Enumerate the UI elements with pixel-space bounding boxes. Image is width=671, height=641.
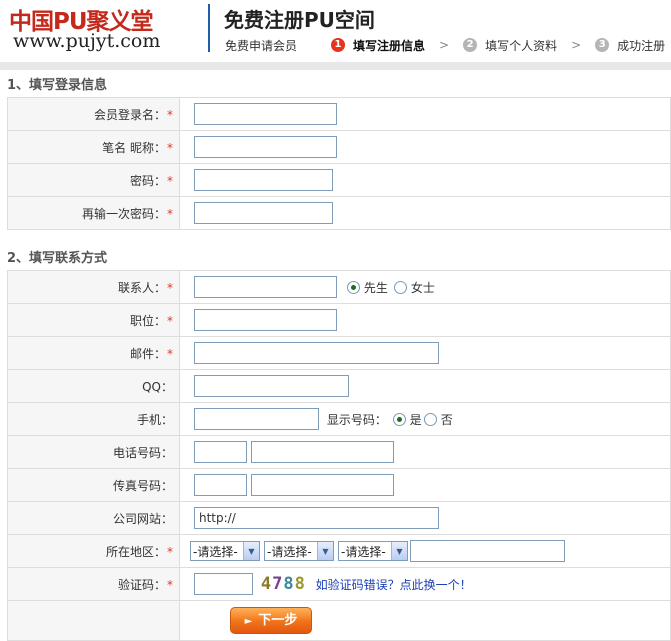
password-confirm-label: 再输一次密码： — [81, 206, 166, 221]
password-confirm-input[interactable] — [194, 202, 333, 224]
required-mark: * — [167, 173, 173, 188]
table-row: 电话号码： — [7, 435, 671, 469]
show-number-no-radio[interactable] — [423, 412, 437, 426]
section-login-title: 1、填写登录信息 — [7, 78, 108, 93]
contact-info-table: 联系人：* 先生 女士 职位：* 邮件：* QQ： 手机： 显示号码： 是 否 — [7, 270, 671, 641]
required-mark: * — [167, 544, 173, 559]
fax-area-code-input[interactable] — [194, 474, 247, 496]
captcha-input[interactable] — [194, 573, 253, 595]
header-divider — [208, 4, 210, 52]
required-mark: * — [167, 280, 173, 295]
step-separator-chevron-icon: > — [439, 38, 450, 52]
website-label: 公司网站： — [112, 511, 173, 526]
contact-input[interactable] — [194, 276, 337, 298]
captcha-label: 验证码： — [117, 577, 166, 592]
contact-label: 联系人： — [117, 280, 166, 295]
table-row: 邮件：* — [7, 336, 671, 370]
qq-label: QQ： — [142, 379, 173, 394]
step-apply-label: 免费申请会员 — [225, 38, 298, 53]
step-3-label: 成功注册 — [617, 38, 666, 53]
region-label: 所在地区： — [105, 544, 166, 559]
show-number-yes-label: 是 — [409, 412, 422, 427]
fax-number-input[interactable] — [250, 474, 394, 496]
captcha-char: 8 — [294, 574, 306, 594]
username-label: 会员登录名： — [93, 107, 166, 122]
mobile-input[interactable] — [194, 408, 319, 430]
table-row: 公司网站： — [7, 501, 671, 535]
table-row: 会员登录名：* — [7, 97, 671, 131]
table-row: 手机： 显示号码： 是 否 — [7, 402, 671, 436]
step-1-label: 填写注册信息 — [353, 38, 426, 53]
fax-label: 传真号码： — [112, 478, 173, 493]
password-label: 密码： — [129, 173, 166, 188]
step-3-number-icon: 3 — [595, 38, 610, 52]
captcha-image[interactable]: 4788 — [261, 574, 306, 594]
captcha-char: 4 — [260, 574, 273, 594]
table-row: 所在地区：* -请选择- ▼ -请选择- ▼ -请选择- ▼ — [7, 534, 671, 568]
header-bottom-bar — [0, 62, 671, 70]
required-mark: * — [167, 577, 173, 592]
required-mark: * — [167, 107, 173, 122]
show-number-label: 显示号码： — [326, 412, 387, 427]
table-row: 再输一次密码：* — [7, 196, 671, 230]
table-row: ► 下一步 — [7, 600, 671, 641]
login-info-table: 会员登录名：* 笔名 昵称：* 密码：* 再输一次密码：* — [7, 97, 671, 230]
gender-female-radio[interactable] — [393, 280, 407, 294]
show-number-no-label: 否 — [440, 412, 453, 427]
email-label: 邮件： — [129, 346, 166, 361]
table-row: 传真号码： — [7, 468, 671, 502]
position-label: 职位： — [129, 313, 166, 328]
nickname-label: 笔名 昵称： — [102, 140, 166, 155]
gender-female-label: 女士 — [410, 280, 435, 295]
gender-male-label: 先生 — [363, 280, 388, 295]
required-mark: * — [167, 140, 173, 155]
table-row: 职位：* — [7, 303, 671, 337]
required-mark: * — [167, 313, 173, 328]
site-url: www.pujyt.com — [13, 30, 161, 52]
step-2-label: 填写个人资料 — [485, 38, 558, 53]
table-row: 笔名 昵称：* — [7, 130, 671, 164]
chevron-down-icon: ▼ — [243, 542, 259, 560]
phone-area-code-input[interactable] — [194, 441, 247, 463]
table-row: 验证码：* 4788 如验证码错误？点此换一个！ — [7, 567, 671, 601]
address-input[interactable] — [410, 540, 565, 562]
username-input[interactable] — [194, 103, 337, 125]
gender-male-radio[interactable] — [346, 280, 360, 294]
password-input[interactable] — [194, 169, 333, 191]
city-select[interactable]: -请选择- ▼ — [264, 541, 334, 561]
page-header: 中国PU聚义堂 www.pujyt.com 免费注册PU空间 免费申请会员 1 … — [0, 0, 671, 62]
step-1-number-icon: 1 — [331, 38, 346, 52]
qq-input[interactable] — [194, 375, 349, 397]
captcha-char: 8 — [283, 574, 295, 594]
table-row: QQ： — [7, 369, 671, 403]
page-title: 免费注册PU空间 — [224, 8, 375, 32]
province-select[interactable]: -请选择- ▼ — [190, 541, 260, 561]
email-input[interactable] — [194, 342, 439, 364]
arrow-right-icon: ► — [244, 616, 253, 627]
mobile-label: 手机： — [136, 412, 173, 427]
nickname-input[interactable] — [194, 136, 337, 158]
show-number-yes-radio[interactable] — [392, 412, 406, 426]
table-row: 联系人：* 先生 女士 — [7, 270, 671, 304]
phone-label: 电话号码： — [112, 445, 173, 460]
position-input[interactable] — [194, 309, 337, 331]
required-mark: * — [167, 206, 173, 221]
captcha-char: 7 — [272, 574, 284, 594]
table-row: 密码：* — [7, 163, 671, 197]
registration-steps: 免费申请会员 1 填写注册信息 > 2 填写个人资料 > 3 成功注册 — [225, 36, 665, 54]
chevron-down-icon: ▼ — [317, 542, 333, 560]
website-input[interactable] — [194, 507, 439, 529]
refresh-captcha-link[interactable]: 如验证码错误？点此换一个！ — [316, 578, 472, 592]
phone-number-input[interactable] — [250, 441, 394, 463]
next-step-button[interactable]: ► 下一步 — [230, 607, 312, 634]
step-2-number-icon: 2 — [463, 38, 478, 52]
section-contact-title: 2、填写联系方式 — [7, 251, 108, 266]
chevron-down-icon: ▼ — [391, 542, 407, 560]
district-select[interactable]: -请选择- ▼ — [338, 541, 408, 561]
gender-radio-group: 先生 女士 — [346, 279, 441, 296]
show-number-radio-group: 是 否 — [392, 411, 459, 428]
step-separator-chevron-icon: > — [571, 38, 582, 52]
required-mark: * — [167, 346, 173, 361]
